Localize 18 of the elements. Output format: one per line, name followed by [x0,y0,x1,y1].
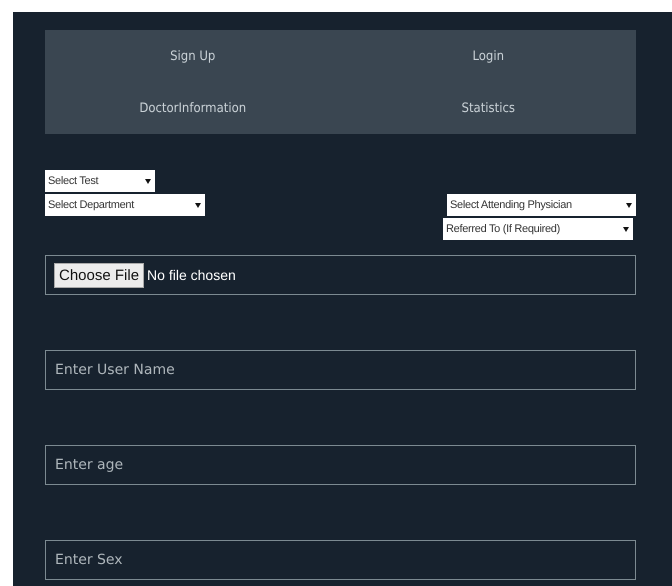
caret-icon [623,226,629,232]
caret-icon [145,178,151,184]
caret-icon [626,202,632,208]
dropdown[interactable]: Select Attending Physician [447,194,636,216]
file-status: No file chosen [147,267,236,283]
dropdown[interactable]: Select Test [45,170,155,192]
input-field[interactable]: Enter age [45,445,636,485]
input-field[interactable]: Enter Sex [45,540,636,580]
dropdown[interactable]: Select Department [45,194,205,216]
input-field[interactable]: Enter User Name [45,350,636,390]
nav-link[interactable]: Sign Up [45,30,340,82]
dropdown[interactable]: Referred To (If Required) [443,218,633,240]
choose-file-button[interactable]: Choose File [54,262,144,288]
file-field[interactable]: Choose File No file chosen [45,255,636,295]
nav-link[interactable]: DoctorInformation [45,82,340,134]
nav-link[interactable]: Login [340,30,636,82]
nav-link[interactable]: Statistics [340,82,636,134]
caret-icon [195,202,201,208]
